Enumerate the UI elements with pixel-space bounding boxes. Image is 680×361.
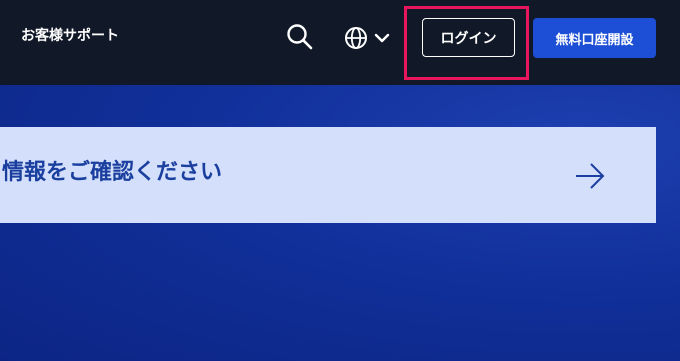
search-icon bbox=[287, 24, 313, 50]
language-selector[interactable] bbox=[343, 24, 391, 52]
chevron-down-icon bbox=[374, 33, 390, 43]
notice-banner-text: 情報をご確認ください bbox=[2, 160, 223, 185]
customer-support-link[interactable]: お客様サポート bbox=[21, 26, 119, 46]
open-free-account-button[interactable]: 無料口座開設 bbox=[533, 18, 656, 58]
search-button[interactable] bbox=[285, 22, 315, 52]
globe-icon bbox=[345, 27, 367, 49]
top-navigation-bar: お客様サポート ログイン 無料口座開設 bbox=[0, 0, 680, 85]
login-button[interactable]: ログイン bbox=[422, 18, 515, 57]
arrow-right-icon[interactable] bbox=[573, 160, 607, 192]
